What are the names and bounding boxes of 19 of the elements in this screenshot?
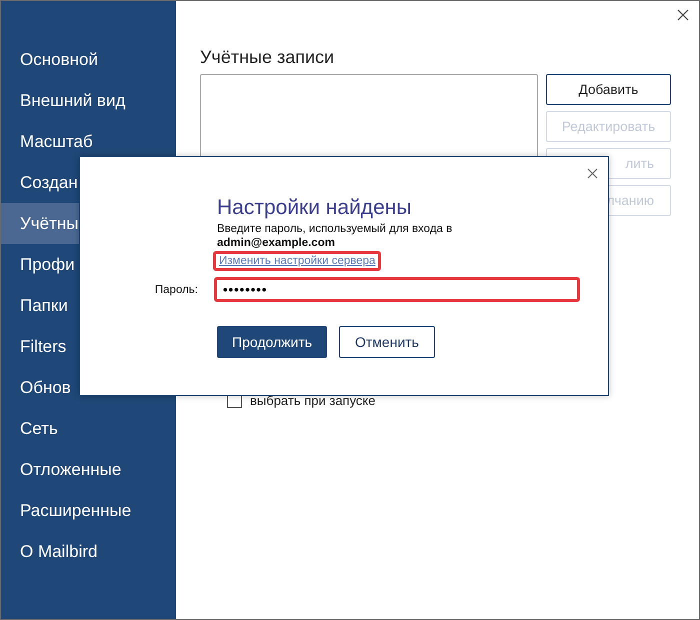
dialog-message: Введите пароль, используемый для входа в — [217, 223, 452, 235]
sidebar-item[interactable]: Сеть — [1, 408, 176, 449]
dialog-title: Настройки найдены — [217, 195, 412, 221]
account-button[interactable]: Добавить — [546, 74, 671, 105]
sidebar-item[interactable]: Отложенные — [1, 449, 176, 490]
close-icon[interactable] — [587, 168, 598, 179]
cancel-button[interactable]: Отменить — [339, 326, 435, 358]
sidebar-item[interactable]: Внешний вид — [1, 80, 176, 121]
checkbox-label: выбрать при запуске — [250, 393, 376, 408]
sidebar-item[interactable]: Основной — [1, 39, 176, 80]
continue-button[interactable]: Продолжить — [217, 326, 327, 358]
close-icon[interactable] — [677, 9, 689, 21]
password-label: Пароль: — [154, 284, 198, 296]
section-title: Учётные записи — [200, 47, 336, 68]
email-address: admin@example.com — [217, 237, 335, 249]
sidebar-item[interactable]: О Mailbird — [1, 531, 176, 572]
password-field[interactable]: •••••••• — [214, 277, 580, 302]
sidebar-item[interactable]: Расширенные — [1, 490, 176, 531]
server-settings-link[interactable]: Изменить настройки сервера — [213, 251, 382, 271]
